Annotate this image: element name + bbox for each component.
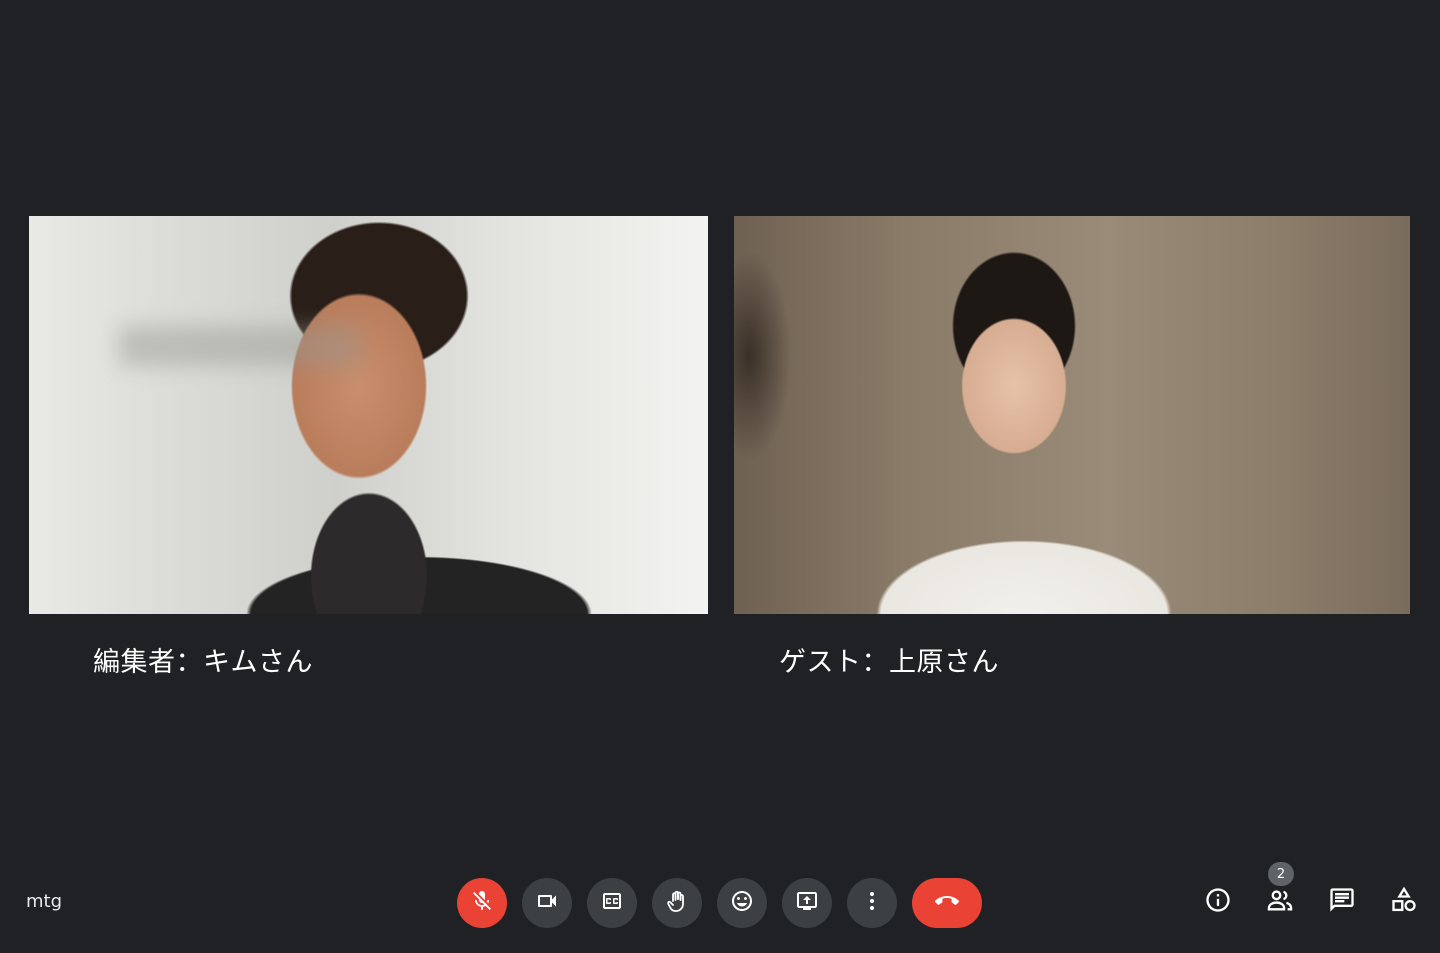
control-bar <box>457 878 982 928</box>
participant-video-editor <box>29 216 708 614</box>
meeting-code: mtg <box>26 891 63 912</box>
participant-name-guest: ゲスト：上原さん <box>779 647 999 678</box>
people-icon <box>1266 886 1294 918</box>
hang-up-icon <box>934 889 959 917</box>
participant-tile-guest[interactable] <box>734 216 1410 614</box>
meeting-stage: 編集者：キムさん ゲスト：上原さん mtg 2 <box>0 0 1440 953</box>
camera-icon <box>535 889 559 917</box>
chat-icon <box>1328 886 1356 918</box>
camera-toggle-button[interactable] <box>522 878 572 928</box>
people-count-badge: 2 <box>1268 862 1294 886</box>
activities-icon <box>1390 886 1418 918</box>
reactions-button[interactable] <box>717 878 767 928</box>
side-panel-toolbar: 2 <box>1200 862 1422 920</box>
info-icon <box>1204 886 1232 918</box>
emoji-icon <box>730 889 754 917</box>
more-options-button[interactable] <box>847 878 897 928</box>
more-options-icon <box>860 889 884 917</box>
hang-up-button[interactable] <box>912 878 982 928</box>
mic-off-icon <box>470 889 494 917</box>
mic-toggle-button[interactable] <box>457 878 507 928</box>
raise-hand-icon <box>665 889 689 917</box>
raise-hand-button[interactable] <box>652 878 702 928</box>
captions-button[interactable] <box>587 878 637 928</box>
activities-button[interactable] <box>1386 884 1422 920</box>
participant-video-guest <box>734 216 1410 614</box>
present-screen-button[interactable] <box>782 878 832 928</box>
people-button[interactable]: 2 <box>1262 862 1298 920</box>
meeting-details-button[interactable] <box>1200 884 1236 920</box>
participant-tile-editor[interactable] <box>29 216 708 614</box>
present-screen-icon <box>795 889 819 917</box>
chat-button[interactable] <box>1324 884 1360 920</box>
participant-name-editor: 編集者：キムさん <box>93 647 313 678</box>
captions-icon <box>600 889 624 917</box>
